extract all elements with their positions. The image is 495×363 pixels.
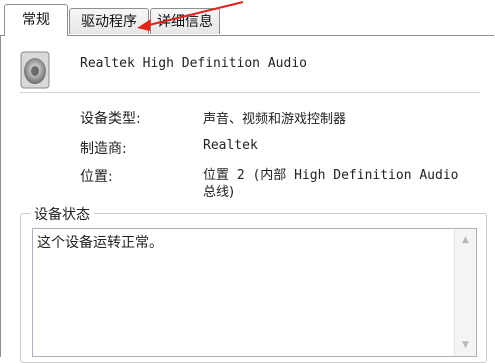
device-type-value: 声音、视频和游戏控制器 [203,112,347,127]
header-divider [20,92,480,93]
location-value-line1: 位置 2 (内部 High Definition Audio [203,168,459,183]
manufacturer-label: 制造商: [80,141,127,157]
device-status-title: 设备状态 [30,204,94,224]
scroll-up-icon[interactable]: ▲ [455,231,476,249]
status-scrollbar[interactable]: ▲ ▼ [454,229,476,356]
device-status-textbox[interactable]: 这个设备运转正常。 ▲ ▼ [32,228,477,357]
tab-strip: 常规 驱动程序 详细信息 [0,0,495,36]
speaker-icon [20,51,50,89]
device-name: Realtek High Definition Audio [80,56,307,71]
tab-driver[interactable]: 驱动程序 [69,8,149,34]
manufacturer-value: Realtek [203,138,258,153]
tab-general[interactable]: 常规 [4,4,68,36]
device-type-label: 设备类型: [80,111,141,127]
location-label: 位置: [80,169,113,185]
tab-details[interactable]: 详细信息 [150,8,220,34]
location-value-line2: 总线) [203,185,235,200]
device-status-text: 这个设备运转正常。 [37,235,163,251]
scroll-down-icon[interactable]: ▼ [455,336,476,354]
